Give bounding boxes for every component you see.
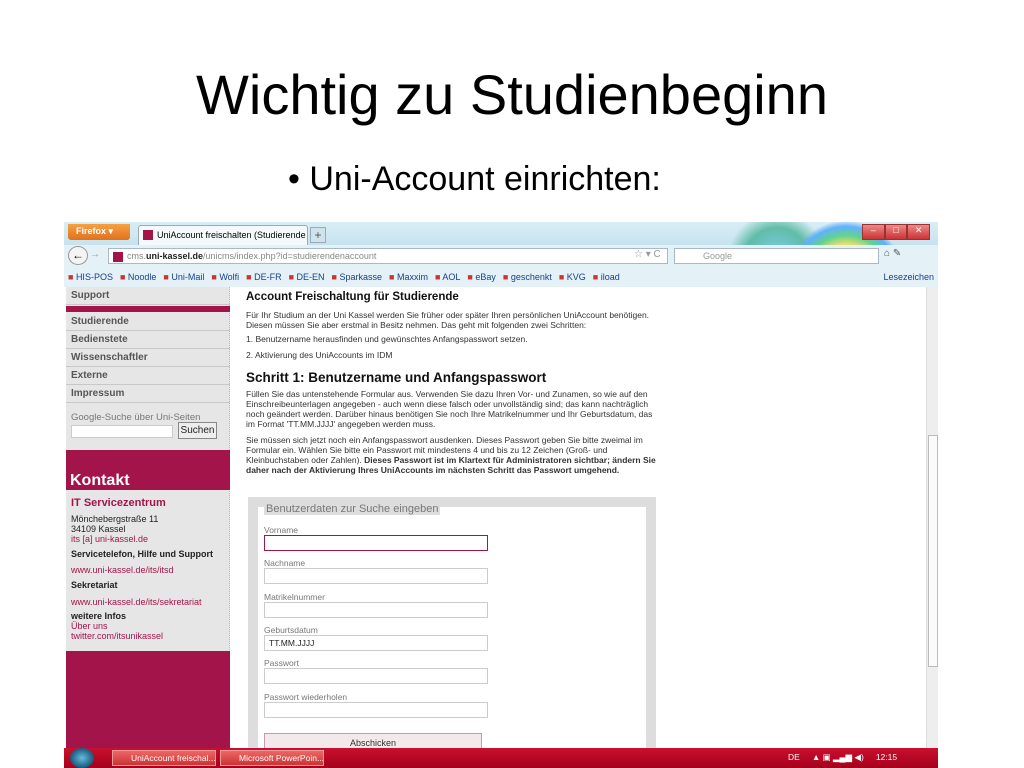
form-legend: Benutzerdaten zur Suche eingeben (264, 503, 441, 515)
password-paragraph: Sie müssen sich jetzt noch ein Anfangspa… (246, 435, 656, 475)
window-controls: – □ ✕ (862, 224, 931, 240)
system-tray: DE ▲ ▣ ▂▄▆ ◀) 12:15 (788, 752, 897, 763)
slide-bullet-text: Uni-Account einrichten: (309, 160, 661, 198)
service-heading: Servicetelefon, Hilfe und Support (71, 549, 214, 559)
matrikelnummer-input[interactable] (264, 602, 488, 618)
url-path: /unicms/index.php?id=studierendenaccount (203, 251, 377, 261)
page-content: Support Studierende Bedienstete Wissensc… (64, 287, 938, 753)
bookmark-star-icon[interactable]: ☆ ▾ C (634, 249, 661, 260)
bookmark[interactable]: AOL (435, 272, 460, 282)
url-prefix: cms. (127, 251, 146, 261)
step1-heading: Schritt 1: Benutzername und Anfangspassw… (246, 370, 547, 385)
search-input[interactable]: Google (674, 248, 879, 264)
minimize-icon[interactable]: – (862, 224, 885, 240)
geburtsdatum-label: Geburtsdatum (264, 625, 318, 635)
address-city: 34109 Kassel (71, 524, 126, 534)
intro-text: Für Ihr Studium an der Uni Kassel werden… (246, 310, 650, 330)
twitter-link[interactable]: twitter.com/itsunikassel (71, 631, 163, 641)
clock[interactable]: 12:15 (876, 752, 897, 763)
new-tab-button[interactable]: + (310, 227, 326, 243)
bookmark[interactable]: HIS-POS (68, 272, 113, 282)
scrollbar-thumb[interactable] (928, 435, 938, 667)
favicon-icon (143, 230, 153, 240)
firefox-menu-button[interactable]: Firefox ▾ (68, 224, 130, 240)
bookmark[interactable]: Uni-Mail (163, 272, 204, 282)
bookmark[interactable]: DE-EN (289, 272, 325, 282)
about-link[interactable]: Über uns (71, 621, 108, 631)
bookmark[interactable]: KVG (559, 272, 586, 282)
scrollbar[interactable] (926, 287, 938, 748)
slide-title: Wichtig zu Studienbeginn (196, 63, 828, 126)
step1-paragraph: Füllen Sie das untenstehende Formular au… (246, 389, 653, 429)
bookmarks-toolbar: HIS-POS Noodle Uni-Mail Wolfi DE-FR DE-E… (64, 266, 938, 287)
taskbar-item-firefox[interactable]: UniAccount freischal... (112, 750, 216, 766)
url-bar[interactable]: cms.uni-kassel.de/unicms/index.php?id=st… (108, 248, 668, 264)
slide-bullet: • Uni-Account einrichten: (288, 160, 661, 198)
sidebar-item-wissenschaftler[interactable]: Wissenschaftler (66, 349, 230, 367)
step-item: 1. Benutzername herausfinden und gewünsc… (246, 334, 528, 344)
sidebar-footer (66, 651, 230, 748)
close-icon[interactable]: ✕ (907, 224, 931, 240)
language-indicator[interactable]: DE (788, 752, 800, 763)
nachname-input[interactable] (264, 568, 488, 584)
matrikelnummer-label: Matrikelnummer (264, 592, 325, 602)
sidebar: Support Studierende Bedienstete Wissensc… (66, 287, 230, 748)
sidebar-item-support[interactable]: Support (66, 287, 230, 305)
vorname-input[interactable] (264, 535, 488, 551)
search-form: Benutzerdaten zur Suche eingeben Vorname… (248, 497, 656, 753)
sekretariat-heading: Sekretariat (71, 580, 118, 590)
bookmark[interactable]: iload (593, 272, 620, 282)
tab-bar: Firefox ▾ UniAccount freischalten (Studi… (64, 222, 938, 287)
bookmark[interactable]: eBay (467, 272, 496, 282)
passwort-label: Passwort (264, 658, 299, 668)
sidebar-item-studierende[interactable]: Studierende (66, 313, 230, 331)
passwort-input[interactable] (264, 668, 488, 684)
start-button[interactable] (70, 748, 94, 768)
taskbar-item-powerpoint[interactable]: Microsoft PowerPoin... (220, 750, 324, 766)
tab-uniaccount[interactable]: UniAccount freischalten (Studierende de.… (138, 225, 308, 245)
sekretariat-link[interactable]: www.uni-kassel.de/its/sekretariat (71, 597, 202, 607)
geburtsdatum-input[interactable]: TT.MM.JJJJ (264, 635, 488, 651)
bookmark[interactable]: geschenkt (503, 272, 552, 282)
sidebar-divider (66, 306, 230, 312)
url-domain: uni-kassel.de (146, 251, 204, 261)
tray-icons[interactable]: ▲ ▣ ▂▄▆ ◀) (812, 752, 864, 763)
sidebar-item-impressum[interactable]: Impressum (66, 385, 230, 403)
sidebar-item-externe[interactable]: Externe (66, 367, 230, 385)
address-street: Mönchebergstraße 11 (71, 514, 159, 524)
navigation-bar: ← → cms.uni-kassel.de/unicms/index.php?i… (64, 245, 938, 266)
page-heading: Account Freischaltung für Studierende (246, 291, 459, 303)
passwort-wiederholen-input[interactable] (264, 702, 488, 718)
browser-screenshot: Firefox ▾ UniAccount freischalten (Studi… (64, 222, 938, 768)
vorname-label: Vorname (264, 525, 299, 535)
home-icon[interactable]: ⌂ ✎ (884, 248, 901, 259)
email-link[interactable]: its [a] uni-kassel.de (71, 534, 148, 544)
reload-icon[interactable]: C (654, 249, 661, 260)
bookmarks-menu[interactable]: Lesezeichen (883, 272, 934, 282)
bookmark[interactable]: Sparkasse (332, 272, 382, 282)
nachname-label: Nachname (264, 558, 306, 568)
forward-button[interactable]: → (90, 249, 100, 260)
bookmark[interactable]: DE-FR (246, 272, 282, 282)
google-search-input[interactable] (71, 425, 173, 438)
sidebar-item-bedienstete[interactable]: Bedienstete (66, 331, 230, 349)
step-item: 2. Aktivierung des UniAccounts im IDM (246, 350, 393, 360)
maximize-icon[interactable]: □ (884, 224, 908, 240)
tab-title: UniAccount freischalten (Studierende de.… (157, 230, 307, 240)
taskbar: UniAccount freischal... Microsoft PowerP… (64, 748, 938, 768)
back-button[interactable]: ← (68, 246, 88, 265)
passwort-wiederholen-label: Passwort wiederholen (264, 692, 348, 702)
site-icon (113, 252, 123, 262)
bookmark[interactable]: Maxxim (389, 272, 428, 282)
infos-heading: weitere Infos (71, 611, 127, 621)
bookmark[interactable]: Noodle (120, 272, 157, 282)
org-name: IT Servicezentrum (71, 497, 166, 509)
search-button[interactable]: Suchen (178, 422, 217, 439)
kontakt-heading: Kontakt (70, 472, 130, 489)
bookmark[interactable]: Wolfi (211, 272, 239, 282)
service-link[interactable]: www.uni-kassel.de/its/itsd (71, 565, 174, 575)
